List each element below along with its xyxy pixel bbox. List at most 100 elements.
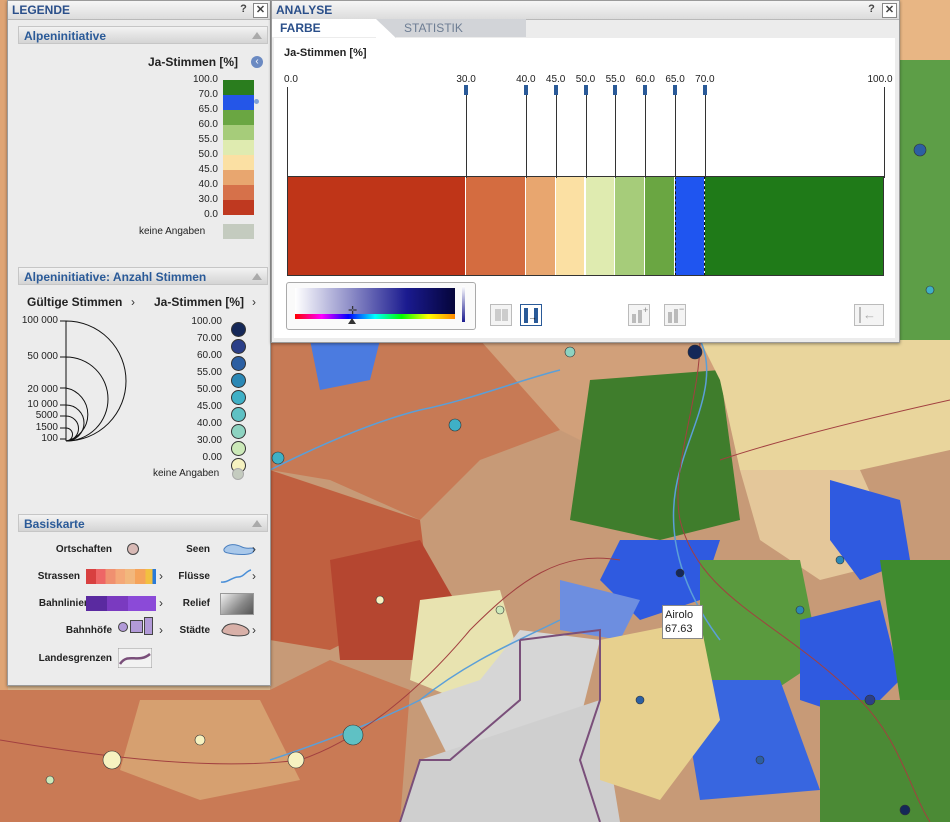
legend-title: LEGENDE — [12, 3, 71, 17]
tab-statistik[interactable]: STATISTIK — [396, 19, 526, 37]
help-icon[interactable]: ? — [865, 3, 878, 16]
boundary-handle[interactable] — [613, 85, 617, 95]
scale-label: 50.0 — [575, 74, 596, 85]
class-color-swatch[interactable] — [223, 185, 254, 200]
tab-divider — [376, 19, 396, 38]
color-picker[interactable]: ✛ — [286, 282, 476, 330]
no-data-label: keine Angaben — [139, 226, 206, 237]
add-class-button[interactable]: + — [628, 304, 650, 326]
section-title: Basiskarte — [24, 517, 85, 531]
river-icon — [220, 569, 252, 583]
boundary-handle[interactable] — [524, 85, 528, 95]
size-label: 100 000 — [21, 315, 58, 326]
farbe-content: Ja-Stimmen [%] 0.0 30.0 40.0 45.0 50.0 55.0 60… — [274, 38, 895, 338]
size-label: 5000 — [35, 410, 58, 421]
ja-color-circle[interactable] — [231, 441, 246, 456]
chevron-right-icon[interactable]: › — [252, 623, 256, 637]
close-icon[interactable]: ✕ — [253, 3, 268, 18]
fluesse-label: Flüsse — [178, 571, 210, 582]
class-color-swatch[interactable] — [223, 110, 254, 125]
lake-icon[interactable] — [222, 541, 256, 557]
class-color-swatch[interactable] — [223, 140, 254, 155]
boundary-handle[interactable] — [464, 85, 468, 95]
seen-label: Seen — [186, 544, 210, 555]
section-basiskarte[interactable]: Basiskarte — [18, 514, 268, 532]
ja-color-circle[interactable] — [231, 356, 246, 371]
class-tick-label: 60.0 — [198, 119, 218, 130]
boundary-handle[interactable] — [584, 85, 588, 95]
help-icon[interactable]: ? — [237, 3, 250, 16]
ja-color-label: 100.00 — [191, 316, 222, 327]
class-color-swatch[interactable] — [223, 80, 254, 95]
brightness-slider[interactable] — [462, 286, 465, 322]
scale-label: 30.0 — [456, 74, 476, 85]
ja-color-circle[interactable] — [231, 339, 246, 354]
ja-color-label: 50.00 — [196, 384, 222, 395]
chevron-right-icon[interactable]: › — [252, 569, 256, 583]
ja-stimmen-heading-2: Ja-Stimmen [%] — [154, 295, 245, 309]
city-icon — [221, 623, 250, 637]
collapse-left-icon[interactable]: ‹ — [251, 56, 263, 68]
class-tick-label: 65.0 — [198, 104, 218, 115]
bahnhoefe-label: Bahnhöfe — [65, 625, 112, 636]
chevron-right-icon[interactable]: › — [131, 295, 135, 309]
ortschaften-symbol[interactable] — [127, 543, 139, 555]
map-tooltip: Airolo 67.63 — [662, 605, 703, 639]
hue-marker-icon[interactable] — [348, 318, 356, 324]
section-alpeninitiative[interactable]: Alpeninitiative — [18, 26, 268, 44]
collapse-arrow-icon[interactable] — [252, 520, 262, 527]
class-tick-label: 0.0 — [204, 209, 218, 220]
no-data-circle — [232, 468, 244, 480]
reset-button[interactable]: ← — [854, 304, 884, 326]
chevron-right-icon[interactable]: › — [252, 542, 256, 556]
collapse-arrow-icon[interactable] — [252, 32, 262, 39]
class-color-swatch[interactable] — [223, 125, 254, 140]
section-anzahl-stimmen[interactable]: Alpeninitiative: Anzahl Stimmen — [18, 267, 268, 285]
ja-color-circle[interactable] — [231, 424, 246, 439]
class-color-swatch[interactable] — [223, 200, 254, 215]
remove-class-button[interactable]: − — [664, 304, 686, 326]
boundary-handle[interactable] — [554, 85, 558, 95]
section-title: Alpeninitiative: Anzahl Stimmen — [24, 270, 207, 284]
ja-color-label: 70.00 — [196, 333, 222, 344]
collapse-arrow-icon[interactable] — [252, 273, 262, 280]
ja-color-circle[interactable] — [231, 373, 246, 388]
tab-farbe[interactable]: FARBE — [272, 19, 392, 37]
bahnlinien-label: Bahnlinien — [38, 598, 90, 609]
close-icon[interactable]: ✕ — [882, 3, 897, 18]
ja-color-circle[interactable] — [231, 407, 246, 422]
crosshair-icon[interactable]: ✛ — [348, 304, 357, 317]
legend-titlebar[interactable]: LEGENDE ? ✕ — [8, 1, 270, 20]
scale-label: 60.0 — [635, 74, 655, 85]
saturation-field[interactable] — [295, 288, 455, 316]
border-icon — [118, 648, 152, 668]
ja-color-circle[interactable] — [231, 322, 246, 337]
size-label: 50 000 — [27, 351, 58, 362]
split-class-button[interactable] — [490, 304, 512, 326]
move-boundary-button[interactable]: → — [520, 304, 542, 326]
class-color-swatch[interactable] — [223, 155, 254, 170]
class-boundary-line — [615, 87, 616, 178]
chevron-right-icon[interactable]: › — [252, 295, 256, 309]
hue-bar[interactable] — [295, 314, 455, 319]
class-boundary-line — [287, 87, 288, 178]
class-boundary-line — [586, 87, 587, 178]
ja-color-label: 45.00 — [196, 401, 222, 412]
relief-icon[interactable] — [220, 593, 254, 615]
boundary-handle[interactable] — [703, 85, 707, 95]
legend-panel: LEGENDE ? ✕ Alpeninitiative Ja-Stimmen [… — [7, 0, 271, 686]
scale-label: 45.0 — [545, 74, 566, 85]
analyse-titlebar[interactable]: ANALYSE ? ✕ — [272, 1, 899, 20]
class-boundary-line — [556, 87, 557, 178]
class-color-swatch[interactable] — [223, 170, 254, 185]
scale-label: 65.0 — [665, 74, 685, 85]
ja-color-circle[interactable] — [231, 390, 246, 405]
class-boundary-line — [705, 87, 706, 178]
boundary-handle[interactable] — [643, 85, 647, 95]
boundary-handle[interactable] — [673, 85, 677, 95]
class-tick-label: 45.0 — [198, 164, 218, 175]
ja-color-label: 60.00 — [196, 350, 222, 361]
chart-label: Ja-Stimmen [%] — [284, 47, 367, 59]
class-color-swatch[interactable] — [223, 95, 254, 110]
class-boundary-line — [645, 87, 646, 178]
